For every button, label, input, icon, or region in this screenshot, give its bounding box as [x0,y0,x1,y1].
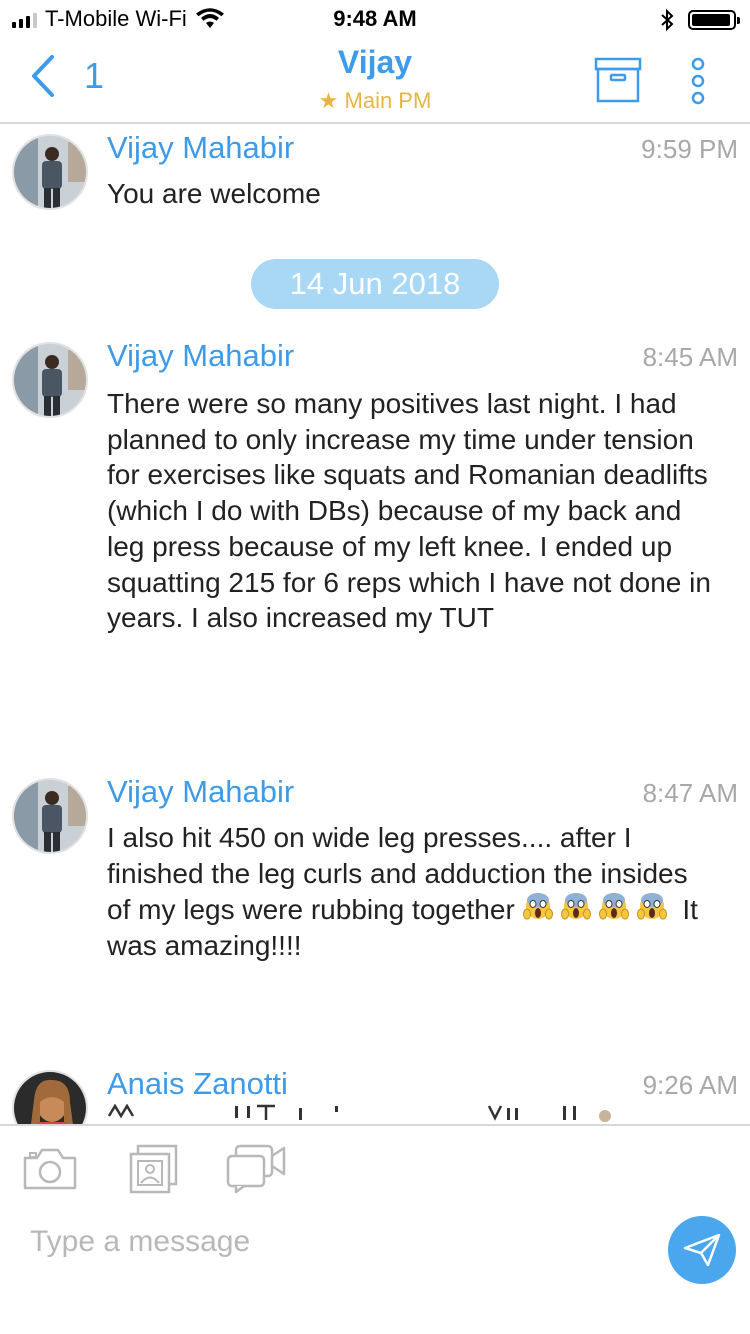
avatar[interactable] [12,134,88,210]
clock: 9:48 AM [333,6,417,31]
message-time: 9:26 AM [642,1070,738,1100]
message-input[interactable] [30,1222,630,1262]
avatar[interactable] [12,778,88,854]
bluetooth-icon [661,8,674,32]
status-bar: T-Mobile Wi-Fi 9:48 AM [0,0,750,40]
screaming-face-emoji-icon [598,893,629,920]
message-item[interactable]: Vijay Mahabir 9:59 PM You are welcome [0,126,750,226]
message-text: I also hit 450 on wide leg presses.... a… [107,820,717,964]
video-call-button[interactable] [226,1144,290,1199]
message-time: 8:45 AM [642,342,738,372]
more-vertical-icon [691,57,705,105]
screaming-face-emoji-icon [522,893,553,920]
screaming-face-emoji-icon [560,893,591,920]
more-options-button[interactable] [686,56,710,113]
video-icon [226,1144,286,1194]
camera-icon [23,1148,77,1190]
sender-name[interactable]: Vijay Mahabir [107,130,294,166]
clipped-message-text [107,1104,611,1122]
conversation-header: 1 Vijay ★ Main PM [0,40,750,124]
message-composer [0,1124,750,1334]
send-button[interactable] [668,1216,736,1284]
screaming-face-emoji-icon [636,893,667,920]
message-item[interactable]: Vijay Mahabir 8:45 AM There were so many… [0,334,750,714]
archive-button[interactable] [594,56,642,109]
message-item[interactable]: Vijay Mahabir 8:47 AM I also hit 450 on … [0,770,750,1010]
message-text: There were so many positives last night.… [107,388,711,634]
message-time: 8:47 AM [642,778,738,808]
message-time: 9:59 PM [641,134,738,164]
message-text: You are welcome [107,178,321,209]
sender-name[interactable]: Vijay Mahabir [107,774,294,810]
send-icon [683,1233,721,1267]
camera-button[interactable] [22,1144,78,1197]
sender-name[interactable]: Anais Zanotti [107,1066,288,1102]
gallery-button[interactable] [128,1144,180,1199]
sender-name[interactable]: Vijay Mahabir [107,338,294,374]
battery-icon [688,10,740,30]
photo-gallery-icon [129,1144,178,1194]
archive-icon [594,57,642,103]
avatar[interactable] [12,342,88,418]
avatar[interactable] [12,1070,88,1124]
date-divider: 14 Jun 2018 [251,259,499,309]
